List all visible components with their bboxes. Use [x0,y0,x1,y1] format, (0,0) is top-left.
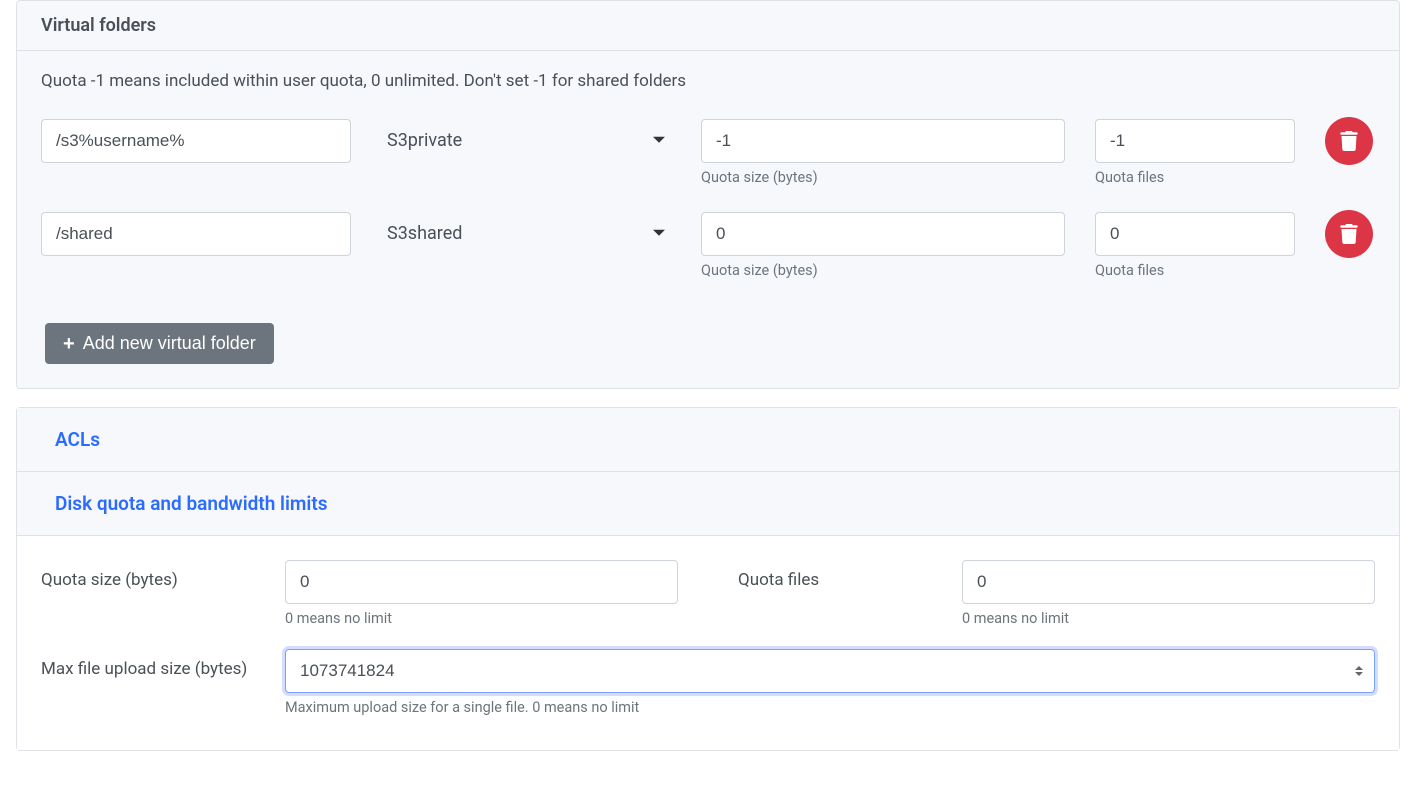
virtual-folders-body: Quota -1 means included within user quot… [17,51,1399,388]
acls-header[interactable]: ACLs [17,408,1399,472]
vf-quota-size-input[interactable] [701,119,1065,163]
vf-source-select[interactable]: S3shared [381,212,671,256]
trash-icon [1340,131,1358,151]
vf-quota-size-label: Quota size (bytes) [701,262,1065,279]
trash-icon [1340,224,1358,244]
quota-files-input[interactable] [962,560,1375,604]
vf-path-input[interactable] [41,119,351,163]
vf-source-select[interactable]: S3private [381,119,671,163]
vf-quota-files-input[interactable] [1095,119,1295,163]
add-virtual-folder-button[interactable]: + Add new virtual folder [45,323,274,364]
virtual-folder-row: S3private Quota size (bytes) Quota files [41,119,1375,186]
virtual-folders-card: Virtual folders Quota -1 means included … [16,0,1400,389]
quota-size-hint: 0 means no limit [285,610,678,627]
max-upload-label: Max file upload size (bytes) [41,649,261,679]
vf-quota-files-label: Quota files [1095,169,1295,186]
disk-quota-body: Quota size (bytes) 0 means no limit Quot… [17,536,1399,750]
quota-size-input[interactable] [285,560,678,604]
vf-path-input[interactable] [41,212,351,256]
quota-files-hint: 0 means no limit [962,610,1375,627]
vf-quota-files-label: Quota files [1095,262,1295,279]
vf-delete-button[interactable] [1325,117,1373,165]
vf-quota-files-input[interactable] [1095,212,1295,256]
quota-files-label: Quota files [738,560,938,627]
vf-source-value: S3shared [387,223,462,244]
max-upload-hint: Maximum upload size for a single file. 0… [285,699,1375,716]
virtual-folder-row: S3shared Quota size (bytes) Quota files [41,212,1375,279]
chevron-down-icon [653,136,665,142]
virtual-folders-title: Virtual folders [17,1,1399,51]
accordion-card: ACLs Disk quota and bandwidth limits Quo… [16,407,1400,751]
plus-icon: + [63,334,75,354]
vf-quota-size-input[interactable] [701,212,1065,256]
vf-quota-size-label: Quota size (bytes) [701,169,1065,186]
quota-size-label: Quota size (bytes) [41,560,261,627]
chevron-down-icon [653,229,665,235]
vf-delete-button[interactable] [1325,210,1373,258]
max-upload-input[interactable] [285,649,1375,693]
vf-source-value: S3private [387,130,462,151]
virtual-folders-help: Quota -1 means included within user quot… [41,71,1375,91]
add-virtual-folder-label: Add new virtual folder [83,333,256,354]
disk-quota-header[interactable]: Disk quota and bandwidth limits [17,472,1399,536]
